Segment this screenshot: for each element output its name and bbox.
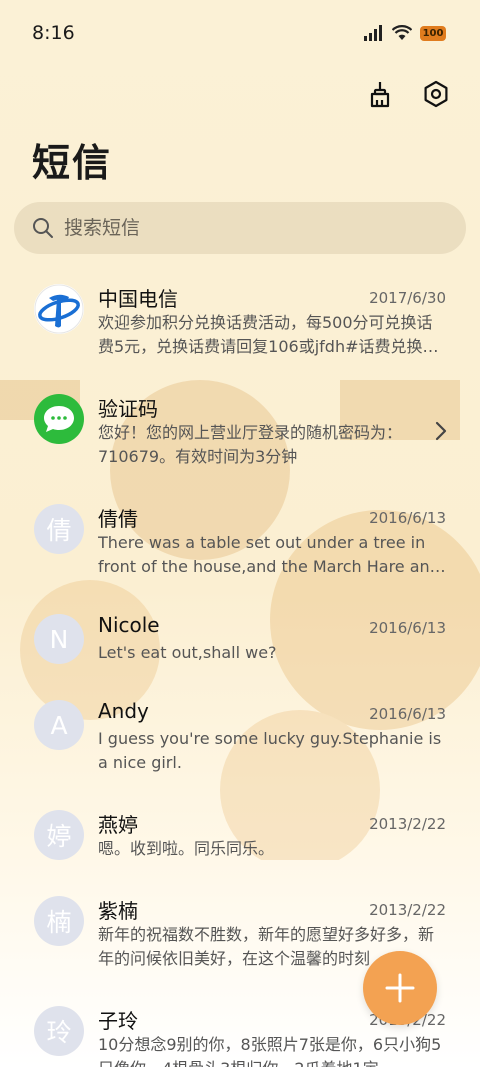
clean-button[interactable] bbox=[362, 76, 398, 112]
message-item[interactable]: 中国电信 2017/6/30 欢迎参加积分兑换话费活动，每500分可兑换话费5元… bbox=[0, 270, 480, 380]
status-bar: 8:16 100 bbox=[0, 0, 480, 66]
message-preview: 欢迎参加积分兑换话费活动，每500分可兑换话费5元，兑换话费请回复106或jfd… bbox=[98, 313, 439, 356]
message-date: 2017/6/30 bbox=[369, 289, 446, 307]
avatar: 倩 bbox=[34, 504, 84, 554]
status-icons: 100 bbox=[364, 25, 446, 41]
message-preview: I guess you're some lucky guy.Stephanie … bbox=[98, 729, 442, 772]
message-date: 2016/6/13 bbox=[369, 619, 446, 637]
message-bubble-icon bbox=[44, 406, 74, 432]
avatar bbox=[34, 394, 84, 444]
status-time: 8:16 bbox=[32, 22, 75, 44]
page-title: 短信 bbox=[32, 141, 113, 185]
sender-name: Nicole bbox=[98, 613, 160, 637]
new-message-button[interactable] bbox=[363, 951, 437, 1025]
china-telecom-logo bbox=[34, 284, 84, 334]
avatar bbox=[34, 284, 84, 334]
message-item[interactable]: 倩 倩倩 2016/6/13 There was a table set out… bbox=[0, 490, 480, 600]
message-preview: 10分想念9别的你，8张照片7张是你，6只小狗5只像你，4根骨头3根归你，2爪着… bbox=[98, 1035, 442, 1067]
search-input[interactable] bbox=[64, 217, 424, 239]
sender-name: 中国电信 bbox=[98, 287, 178, 311]
search-bar[interactable] bbox=[14, 202, 466, 254]
avatar: 婷 bbox=[34, 810, 84, 860]
sender-name: 子玲 bbox=[98, 1009, 138, 1033]
settings-button[interactable] bbox=[418, 76, 454, 112]
chevron-right-icon bbox=[435, 421, 447, 441]
wifi-icon bbox=[392, 25, 412, 40]
message-item[interactable]: 验证码 您好！您的网上营业厅登录的随机密码为：710679。有效时间为3分钟 bbox=[0, 380, 480, 490]
sender-name: 燕婷 bbox=[98, 813, 138, 837]
avatar: N bbox=[34, 614, 84, 664]
plus-icon bbox=[385, 973, 415, 1003]
message-preview: Let's eat out,shall we? bbox=[98, 643, 277, 662]
message-list: 中国电信 2017/6/30 欢迎参加积分兑换话费活动，每500分可兑换话费5元… bbox=[0, 270, 480, 1067]
message-preview: 嗯。收到啦。同乐同乐。 bbox=[98, 839, 275, 858]
gear-icon bbox=[424, 80, 448, 108]
signal-icon bbox=[364, 25, 382, 41]
message-item[interactable]: N Nicole 2016/6/13 Let's eat out,shall w… bbox=[0, 600, 480, 686]
brush-icon bbox=[370, 82, 390, 108]
message-item[interactable]: A Andy 2016/6/13 I guess you're some luc… bbox=[0, 686, 480, 796]
message-date: 2013/2/22 bbox=[369, 901, 446, 919]
message-preview: 您好！您的网上营业厅登录的随机密码为：710679。有效时间为3分钟 bbox=[98, 423, 403, 466]
avatar: A bbox=[34, 700, 84, 750]
message-date: 2013/2/22 bbox=[369, 815, 446, 833]
message-preview: There was a table set out under a tree i… bbox=[98, 533, 440, 576]
battery-icon: 100 bbox=[420, 25, 446, 41]
sender-name: 倩倩 bbox=[98, 507, 138, 531]
search-icon bbox=[33, 218, 53, 238]
avatar: 楠 bbox=[34, 896, 84, 946]
sender-name: Andy bbox=[98, 699, 149, 723]
toolbar bbox=[362, 76, 454, 112]
message-date: 2016/6/13 bbox=[369, 509, 446, 527]
message-item[interactable]: 婷 燕婷 2013/2/22 嗯。收到啦。同乐同乐。 bbox=[0, 796, 480, 882]
sender-name: 紫楠 bbox=[98, 899, 138, 923]
avatar: 玲 bbox=[34, 1006, 84, 1056]
message-date: 2016/6/13 bbox=[369, 705, 446, 723]
sender-name: 验证码 bbox=[98, 397, 158, 421]
